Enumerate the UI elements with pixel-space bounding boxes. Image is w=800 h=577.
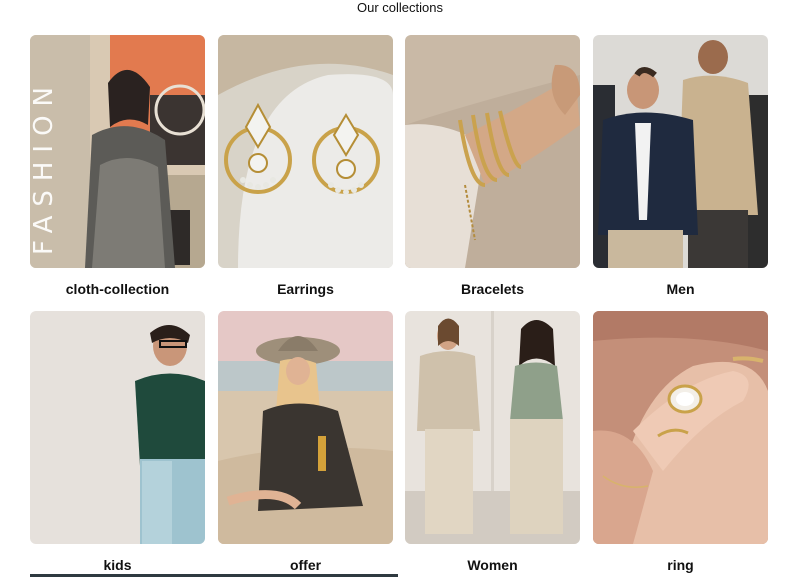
- svg-text:FASHION: FASHION: [30, 78, 59, 255]
- collection-label[interactable]: Men: [593, 280, 768, 298]
- collection-label[interactable]: offer: [218, 556, 393, 574]
- men-image[interactable]: [593, 35, 768, 268]
- section-title: Our collections: [357, 0, 443, 15]
- collection-card-bracelets[interactable]: Bracelets: [405, 35, 580, 300]
- women-image[interactable]: [405, 311, 580, 544]
- fashion-overlay-text: FASHION: [30, 78, 59, 255]
- collection-label[interactable]: ring: [593, 556, 768, 574]
- collection-label[interactable]: kids: [30, 556, 205, 574]
- collection-card-cloth[interactable]: FASHION cloth-collection: [30, 35, 205, 300]
- collection-card-kids[interactable]: kids: [30, 311, 205, 577]
- collection-card-women[interactable]: Women: [405, 311, 580, 577]
- collection-label[interactable]: Women: [405, 556, 580, 574]
- collection-label[interactable]: Bracelets: [405, 280, 580, 298]
- kids-image[interactable]: [30, 311, 205, 544]
- cloth-collection-image[interactable]: FASHION: [30, 35, 205, 268]
- collection-card-earrings[interactable]: Earrings: [218, 35, 393, 300]
- offer-image[interactable]: [218, 311, 393, 544]
- collection-label[interactable]: cloth-collection: [30, 280, 205, 298]
- collection-card-offer[interactable]: offer: [218, 311, 393, 577]
- bracelets-image[interactable]: [405, 35, 580, 268]
- ring-image[interactable]: [593, 311, 768, 544]
- collection-card-men[interactable]: Men: [593, 35, 768, 300]
- collection-label[interactable]: Earrings: [218, 280, 393, 298]
- earrings-image[interactable]: [218, 35, 393, 268]
- collection-card-ring[interactable]: ring: [593, 311, 768, 577]
